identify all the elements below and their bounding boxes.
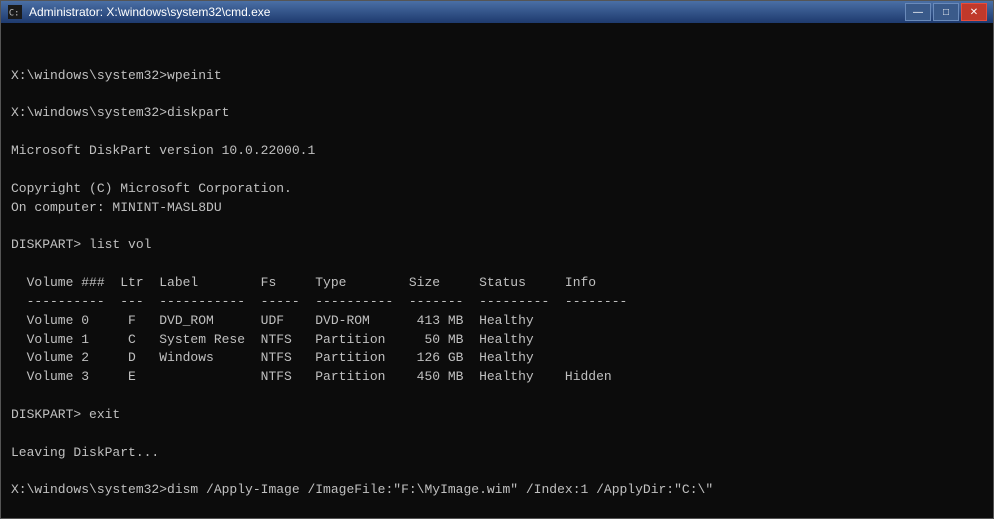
console-line: Volume 0 F DVD_ROM UDF DVD-ROM 413 MB He… bbox=[11, 312, 983, 331]
svg-text:C:: C: bbox=[9, 9, 20, 19]
console-line: Leaving DiskPart... bbox=[11, 444, 983, 463]
console-line bbox=[11, 255, 983, 274]
console-line: X:\windows\system32>dism /Apply-Image /I… bbox=[11, 481, 983, 500]
console-line: X:\windows\system32>wpeinit bbox=[11, 67, 983, 86]
console-line bbox=[11, 123, 983, 142]
console-line: Volume 2 D Windows NTFS Partition 126 GB… bbox=[11, 349, 983, 368]
console-line: ---------- --- ----------- ----- -------… bbox=[11, 293, 983, 312]
window-controls: — □ ✕ bbox=[905, 3, 987, 21]
title-bar: C: Administrator: X:\windows\system32\cm… bbox=[1, 1, 993, 23]
console-line: DISKPART> exit bbox=[11, 406, 983, 425]
console-line bbox=[11, 425, 983, 444]
console-line: Volume ### Ltr Label Fs Type Size Status… bbox=[11, 274, 983, 293]
console-line: Volume 1 C System Rese NTFS Partition 50… bbox=[11, 331, 983, 350]
console-line: On computer: MININT-MASL8DU bbox=[11, 199, 983, 218]
console-output: X:\windows\system32>wpeinit X:\windows\sy… bbox=[1, 23, 993, 518]
console-line: DISKPART> list vol bbox=[11, 236, 983, 255]
console-line: X:\windows\system32>diskpart bbox=[11, 104, 983, 123]
window-title: Administrator: X:\windows\system32\cmd.e… bbox=[29, 5, 905, 19]
console-line: Volume 3 E NTFS Partition 450 MB Healthy… bbox=[11, 368, 983, 387]
cmd-icon: C: bbox=[7, 4, 23, 20]
console-line bbox=[11, 161, 983, 180]
cmd-window: C: Administrator: X:\windows\system32\cm… bbox=[0, 0, 994, 519]
console-line bbox=[11, 462, 983, 481]
close-button[interactable]: ✕ bbox=[961, 3, 987, 21]
maximize-button[interactable]: □ bbox=[933, 3, 959, 21]
console-line: Copyright (C) Microsoft Corporation. bbox=[11, 180, 983, 199]
minimize-button[interactable]: — bbox=[905, 3, 931, 21]
console-line bbox=[11, 217, 983, 236]
console-line bbox=[11, 86, 983, 105]
console-line bbox=[11, 387, 983, 406]
console-line: Microsoft DiskPart version 10.0.22000.1 bbox=[11, 142, 983, 161]
